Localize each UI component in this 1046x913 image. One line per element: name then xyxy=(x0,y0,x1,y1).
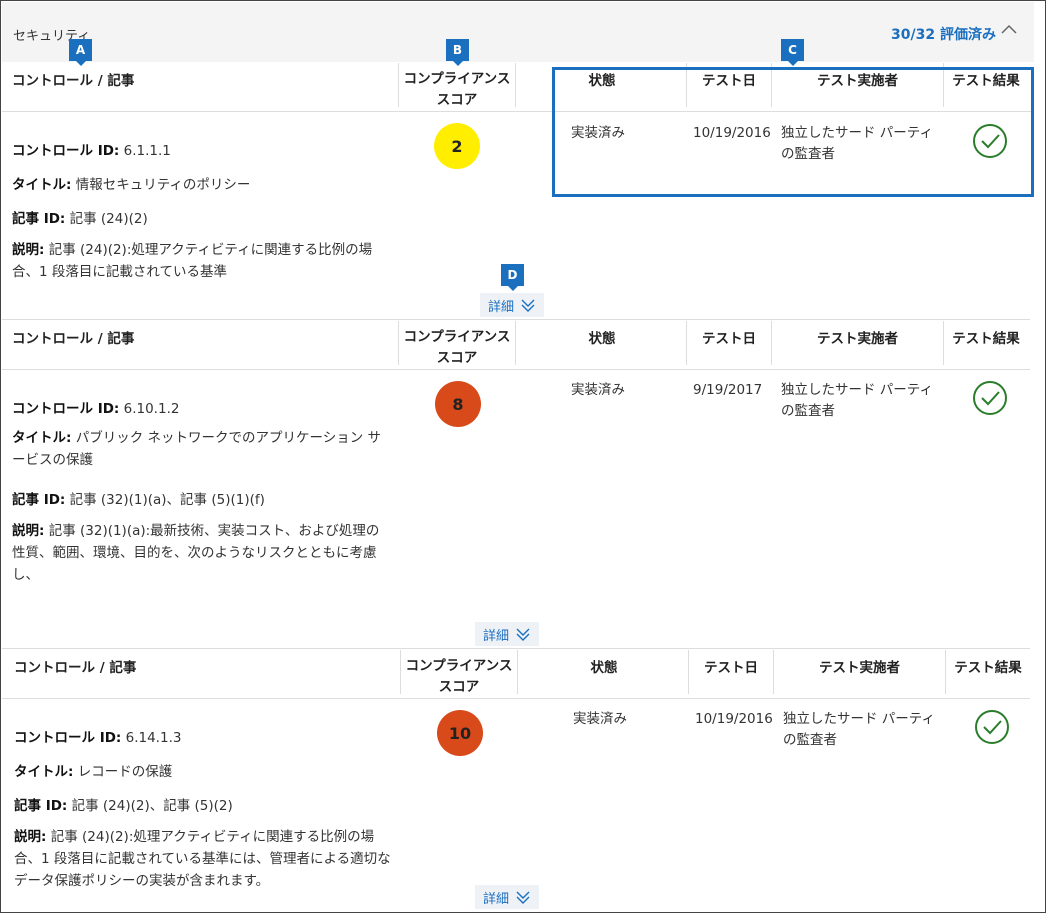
test-date-value: 10/19/2016 xyxy=(695,711,773,727)
col-header-test-date: テスト日 xyxy=(704,660,758,676)
col-header-control: コントロール / 記事 xyxy=(12,73,135,89)
divider xyxy=(773,650,774,694)
divider xyxy=(2,369,1030,370)
details-button[interactable]: 詳細 xyxy=(475,885,540,909)
status-value: 実装済み xyxy=(571,382,625,398)
col-header-tester: テスト実施者 xyxy=(819,660,900,676)
chevron-up-icon[interactable] xyxy=(1000,22,1018,36)
col-header-control: コントロール / 記事 xyxy=(12,331,135,347)
col-header-control: コントロール / 記事 xyxy=(14,660,137,676)
divider xyxy=(398,321,399,365)
divider xyxy=(945,650,946,694)
col-header-status: 状態 xyxy=(590,660,618,676)
col-header-score: コンプライアンス スコア xyxy=(405,658,513,695)
divider xyxy=(688,650,689,694)
col-header-result: テスト結果 xyxy=(952,331,1020,347)
description: 説明: 記事 (32)(1)(a):最新技術、実装コスト、および処理の性質、範囲… xyxy=(12,523,380,583)
control-title: タイトル: 情報セキュリティのポリシー xyxy=(12,177,251,193)
compliance-score-badge: 8 xyxy=(435,381,481,427)
callout-a: A xyxy=(69,39,92,66)
article-id: 記事 ID: 記事 (32)(1)(a)、記事 (5)(1)(f) xyxy=(12,492,265,508)
control-id: コントロール ID: 6.10.1.2 xyxy=(12,401,180,417)
callout-d: D xyxy=(501,264,524,291)
compliance-score-badge: 10 xyxy=(437,710,483,756)
divider xyxy=(398,63,399,107)
check-circle-icon xyxy=(975,710,1009,744)
evaluated-count[interactable]: 30/32 評価済み xyxy=(891,24,996,44)
status-value: 実装済み xyxy=(573,711,627,727)
check-circle-icon xyxy=(973,381,1007,415)
tester-value: 独立したサード パーティの監査者 xyxy=(783,711,935,748)
callout-c: C xyxy=(781,39,804,66)
chevron-double-down-icon xyxy=(516,891,530,904)
tester-value: 独立したサード パーティの監査者 xyxy=(781,382,933,419)
control-title: タイトル: レコードの保護 xyxy=(14,764,173,780)
col-header-score: コンプライアンス スコア xyxy=(403,329,511,366)
chevron-double-down-icon xyxy=(516,628,530,641)
col-header-result: テスト結果 xyxy=(954,660,1022,676)
compliance-score-badge: 2 xyxy=(434,123,480,169)
divider xyxy=(771,321,772,365)
control-id: コントロール ID: 6.14.1.3 xyxy=(14,730,182,746)
control-id: コントロール ID: 6.1.1.1 xyxy=(12,143,171,159)
col-header-tester: テスト実施者 xyxy=(817,331,898,347)
col-header-score: コンプライアンス スコア xyxy=(403,71,511,108)
article-id: 記事 ID: 記事 (24)(2) xyxy=(12,211,148,227)
divider xyxy=(400,650,401,694)
test-info-highlight xyxy=(552,67,1034,197)
details-button[interactable]: 詳細 xyxy=(475,622,540,646)
control-title: タイトル: パブリック ネットワークでのアプリケーション サービスの保護 xyxy=(12,430,382,468)
divider xyxy=(2,648,1030,649)
col-header-status: 状態 xyxy=(588,331,616,347)
details-button[interactable]: 詳細 xyxy=(480,293,545,317)
test-date-value: 9/19/2017 xyxy=(693,382,763,398)
description: 説明: 記事 (24)(2):処理アクティビティに関連する比例の場合、1 段落目… xyxy=(14,829,391,889)
divider xyxy=(686,321,687,365)
divider xyxy=(2,698,1030,699)
col-header-test-date: テスト日 xyxy=(702,331,756,347)
chevron-double-down-icon xyxy=(521,299,535,312)
divider xyxy=(943,321,944,365)
divider xyxy=(517,650,518,694)
divider xyxy=(515,321,516,365)
article-id: 記事 ID: 記事 (24)(2)、記事 (5)(2) xyxy=(14,798,233,814)
divider xyxy=(2,319,1030,320)
section-header[interactable]: セキュリティ 30/32 評価済み xyxy=(2,2,1034,62)
compliance-panel: セキュリティ 30/32 評価済み コントロール / 記事 コンプライアンス スコ… xyxy=(0,0,1046,913)
callout-b: B xyxy=(446,39,469,66)
divider xyxy=(515,63,516,107)
description: 説明: 記事 (24)(2):処理アクティビティに関連する比例の場合、1 段落目… xyxy=(12,242,373,280)
